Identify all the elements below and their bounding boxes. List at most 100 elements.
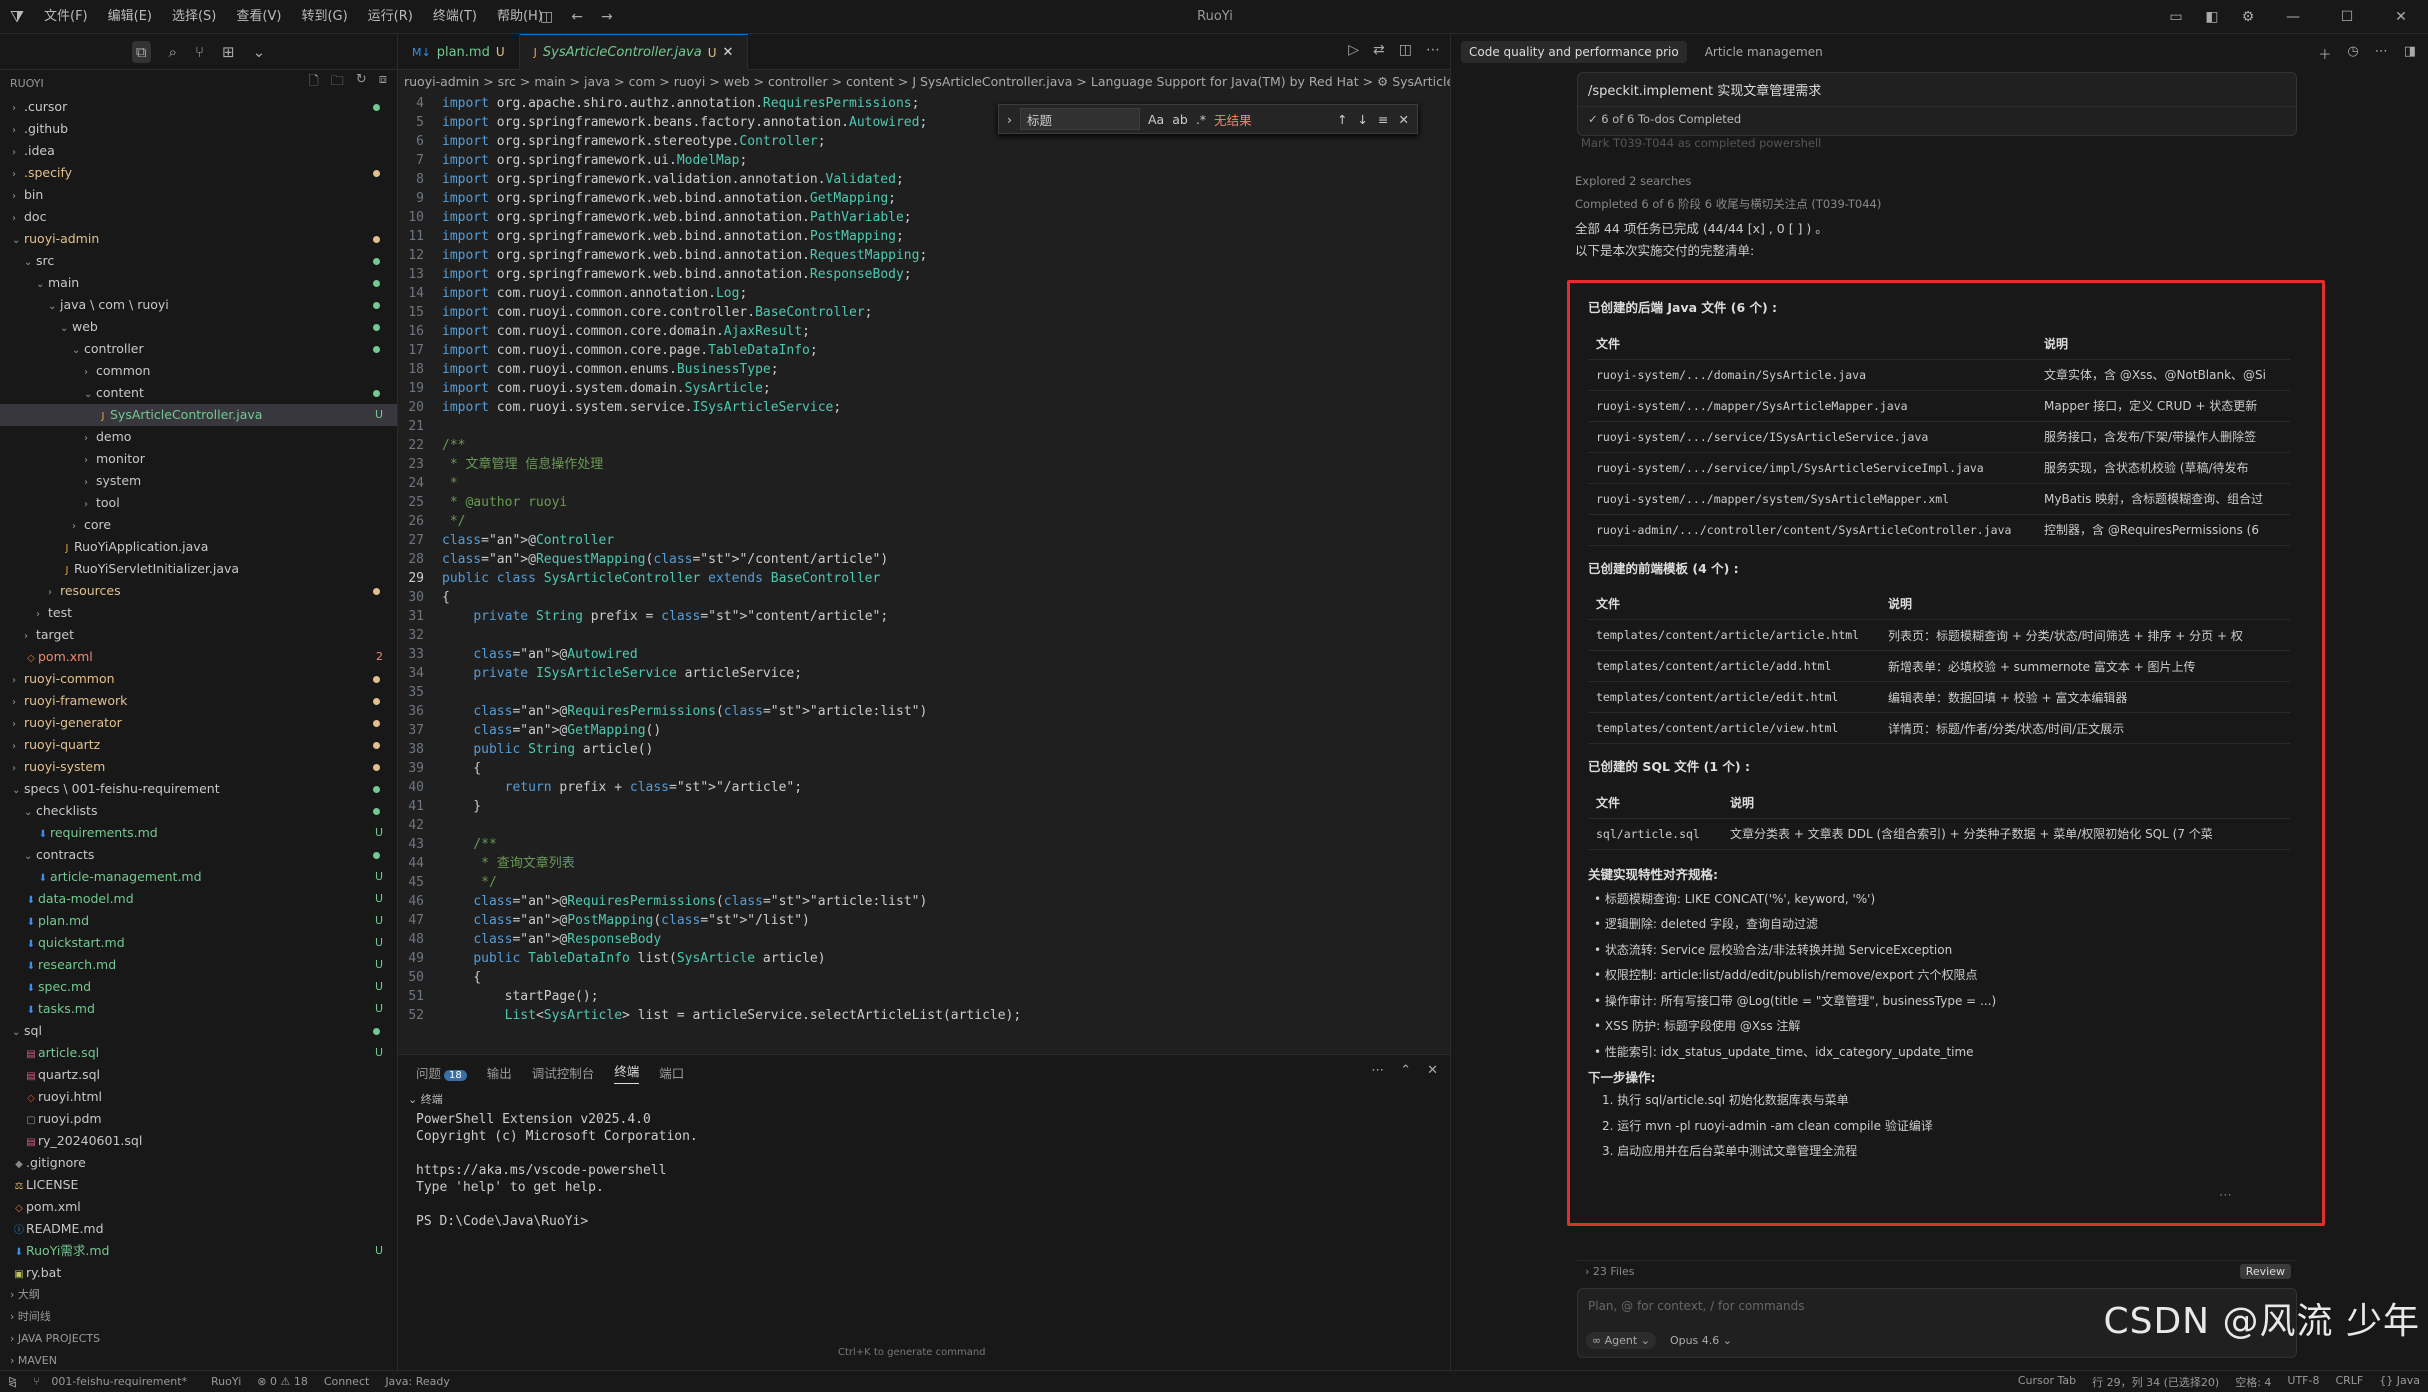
- remote-icon[interactable]: ⧎: [0, 1375, 25, 1388]
- panel-tab[interactable]: 端口: [659, 1063, 684, 1082]
- tree-item[interactable]: › system: [0, 470, 397, 492]
- tree-item[interactable]: › target: [0, 624, 397, 646]
- status-item[interactable]: UTF-8: [2279, 1374, 2327, 1390]
- menu-item[interactable]: 文件(F): [34, 0, 98, 34]
- toggle-sidebar-icon[interactable]: ◫: [540, 0, 553, 34]
- status-item[interactable]: {} Java: [2371, 1374, 2428, 1390]
- tree-item[interactable]: ◇ pom.xml: [0, 1196, 397, 1218]
- code-editor[interactable]: 4 import org.apache.shiro.authz.annotatio…: [398, 94, 1438, 1054]
- tree-item[interactable]: ⌄ ruoyi-admin: [0, 228, 397, 250]
- back-arrow-icon[interactable]: ←: [571, 0, 583, 34]
- tree-item[interactable]: ⌄ java \ com \ ruoyi: [0, 294, 397, 316]
- tree-item[interactable]: J RuoYiApplication.java: [0, 536, 397, 558]
- tree-item[interactable]: › bin: [0, 184, 397, 206]
- tree-item[interactable]: ⬇ data-model.md U: [0, 888, 397, 910]
- tree-item[interactable]: ⬇ spec.md U: [0, 976, 397, 998]
- tree-item[interactable]: › resources: [0, 580, 397, 602]
- menu-item[interactable]: 运行(R): [358, 0, 423, 34]
- tree-item[interactable]: ⬇ research.md U: [0, 954, 397, 976]
- explored-label[interactable]: Explored 2 searches: [1575, 174, 1691, 188]
- agent-mode-dropdown[interactable]: ∞ Agent ⌄: [1586, 1332, 1656, 1349]
- completed-label[interactable]: Completed 6 of 6 阶段 6 收尾与横切关注点 (T039-T04…: [1575, 196, 1881, 212]
- tree-item[interactable]: ⌄ src: [0, 250, 397, 272]
- find-input[interactable]: [1020, 108, 1140, 130]
- menu-item[interactable]: 转到(G): [291, 0, 357, 34]
- previous-match-icon[interactable]: ↑: [1337, 112, 1347, 127]
- maximize-panel-icon[interactable]: ⌃: [1400, 1063, 1411, 1078]
- settings-icon[interactable]: ⚙: [2230, 9, 2266, 25]
- regex-icon[interactable]: .*: [1196, 112, 1206, 127]
- status-item[interactable]: CRLF: [2327, 1374, 2371, 1390]
- new-chat-icon[interactable]: ＋: [2318, 44, 2331, 63]
- tree-item[interactable]: › .specify: [0, 162, 397, 184]
- tree-item[interactable]: ▣ ry.bat: [0, 1262, 397, 1284]
- tree-item[interactable]: ⌄ specs \ 001-feishu-requirement: [0, 778, 397, 800]
- whole-word-icon[interactable]: ab: [1172, 112, 1188, 127]
- tree-item[interactable]: ⬇ plan.md U: [0, 910, 397, 932]
- tree-item[interactable]: ⬇ quickstart.md U: [0, 932, 397, 954]
- tree-item[interactable]: › monitor: [0, 448, 397, 470]
- collapse-all-icon[interactable]: ⧈: [379, 72, 387, 94]
- explorer-icon[interactable]: ⧉: [131, 40, 151, 63]
- maximize-button[interactable]: ☐: [2320, 9, 2374, 25]
- tree-item[interactable]: ◆ .gitignore: [0, 1152, 397, 1174]
- status-item[interactable]: 空格: 4: [2227, 1374, 2279, 1390]
- files-changed-bar[interactable]: › 23 Files Review: [1577, 1260, 2297, 1282]
- chevron-down-icon[interactable]: ⌄: [253, 43, 266, 61]
- sidebar-section[interactable]: › MAVEN: [0, 1350, 398, 1372]
- tree-item[interactable]: › ruoyi-framework: [0, 690, 397, 712]
- tree-item[interactable]: › test: [0, 602, 397, 624]
- tree-item[interactable]: ⌄ controller: [0, 338, 397, 360]
- minimize-button[interactable]: —: [2266, 9, 2320, 25]
- expand-replace-icon[interactable]: ›: [1007, 112, 1012, 127]
- tree-item[interactable]: ▤ article.sql U: [0, 1042, 397, 1064]
- more-icon[interactable]: ⋯: [1426, 42, 1440, 58]
- tree-item[interactable]: ⌄ content: [0, 382, 397, 404]
- user-prompt-bubble[interactable]: /speckit.implement 实现文章管理需求 ✓ 6 of 6 To-…: [1577, 72, 2297, 136]
- panel-tab[interactable]: 问题 18: [416, 1063, 467, 1082]
- tree-item[interactable]: ⚖ LICENSE: [0, 1174, 397, 1196]
- tree-item[interactable]: ⬇ tasks.md U: [0, 998, 397, 1020]
- tree-item[interactable]: › ruoyi-quartz: [0, 734, 397, 756]
- sidebar-section[interactable]: › 大纲: [0, 1284, 398, 1306]
- panel-tab[interactable]: 调试控制台: [532, 1063, 595, 1082]
- sidebar-section[interactable]: › JAVA PROJECTS: [0, 1328, 398, 1350]
- close-find-icon[interactable]: ✕: [1399, 112, 1409, 127]
- menu-item[interactable]: 终端(T): [423, 0, 487, 34]
- tree-item[interactable]: › ruoyi-system: [0, 756, 397, 778]
- tree-item[interactable]: ⌄ main: [0, 272, 397, 294]
- status-item[interactable]: Cursor Tab: [2010, 1374, 2084, 1390]
- extensions-icon[interactable]: ⊞: [222, 43, 235, 61]
- menu-item[interactable]: 编辑(E): [98, 0, 162, 34]
- breadcrumb[interactable]: ruoyi-admin > src > main > java > com > …: [398, 70, 1450, 94]
- tree-item[interactable]: ▤ quartz.sql: [0, 1064, 397, 1086]
- split-editor-icon[interactable]: ◫: [1399, 42, 1412, 58]
- run-icon[interactable]: ▷: [1348, 42, 1359, 58]
- menu-item[interactable]: 查看(V): [226, 0, 291, 34]
- more-icon[interactable]: ⋯: [1371, 1063, 1384, 1078]
- forward-arrow-icon[interactable]: →: [601, 0, 613, 34]
- tree-item[interactable]: › ruoyi-common: [0, 668, 397, 690]
- todos-status[interactable]: ✓ 6 of 6 To-dos Completed: [1578, 106, 2296, 131]
- panel-tab[interactable]: 输出: [487, 1063, 512, 1082]
- tree-item[interactable]: J RuoYiServletInitializer.java: [0, 558, 397, 580]
- editor-tab[interactable]: M↓ plan.md U: [398, 34, 520, 70]
- tree-item[interactable]: J SysArticleController.java U: [0, 404, 397, 426]
- new-folder-icon[interactable]: 🗀: [331, 72, 344, 94]
- compare-icon[interactable]: ⇄: [1373, 42, 1385, 58]
- tree-item[interactable]: ⬇ article-management.md U: [0, 866, 397, 888]
- close-tab-icon[interactable]: ✕: [723, 45, 734, 60]
- problems-status[interactable]: ⊗ 0 ⚠ 18: [249, 1375, 316, 1388]
- source-control-icon[interactable]: ⑂: [195, 43, 204, 61]
- tree-item[interactable]: ⬇ RuoYi需求.md U: [0, 1240, 397, 1262]
- toggle-panel-icon[interactable]: ◨: [2404, 44, 2416, 63]
- tree-item[interactable]: ◇ ruoyi.html: [0, 1086, 397, 1108]
- sidebar-section[interactable]: › 时间线: [0, 1306, 398, 1328]
- match-case-icon[interactable]: Aa: [1148, 112, 1164, 127]
- tree-item[interactable]: ⬇ requirements.md U: [0, 822, 397, 844]
- tree-item[interactable]: › demo: [0, 426, 397, 448]
- panel-tab[interactable]: 终端: [614, 1061, 640, 1084]
- project-status[interactable]: RuoYi: [203, 1375, 249, 1388]
- close-window-button[interactable]: ✕: [2374, 9, 2428, 25]
- chat-tab[interactable]: Code quality and performance prio: [1461, 41, 1687, 63]
